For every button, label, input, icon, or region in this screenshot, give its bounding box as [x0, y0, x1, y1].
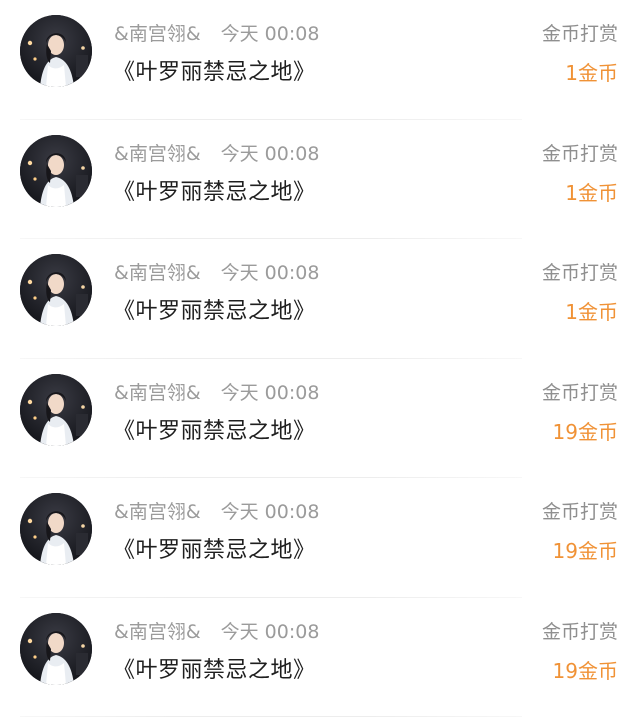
book-title[interactable]: 《叶罗丽禁忌之地》	[113, 57, 316, 89]
username[interactable]: &南宫翎&	[114, 501, 201, 523]
avatar[interactable]	[20, 15, 92, 87]
username[interactable]: &南宫翎&	[114, 143, 201, 165]
timestamp: 今天 00:08	[220, 262, 320, 284]
reward-row[interactable]: &南宫翎& 今天 00:08 《叶罗丽禁忌之地》 金币打赏 1金币	[0, 120, 640, 239]
username[interactable]: &南宫翎&	[114, 382, 201, 404]
book-title[interactable]: 《叶罗丽禁忌之地》	[113, 416, 316, 448]
avatar[interactable]	[20, 373, 92, 446]
reward-meta: &南宫翎& 今天 00:08	[114, 259, 319, 287]
avatar[interactable]	[20, 612, 92, 685]
reward-meta: &南宫翎& 今天 00:08	[114, 498, 319, 526]
timestamp: 今天 00:08	[220, 501, 320, 523]
reward-meta: &南宫翎& 今天 00:08	[114, 20, 319, 48]
avatar[interactable]	[20, 254, 92, 326]
book-title[interactable]: 《叶罗丽禁忌之地》	[113, 655, 316, 687]
reward-amount: 1金币	[565, 61, 618, 85]
reward-action-label: 金币打赏	[541, 381, 618, 404]
reward-row[interactable]: &南宫翎& 今天 00:08 《叶罗丽禁忌之地》 金币打赏 19金币	[0, 359, 640, 478]
reward-action-label: 金币打赏	[541, 23, 618, 45]
reward-meta: &南宫翎& 今天 00:08	[114, 618, 319, 646]
username[interactable]: &南宫翎&	[114, 23, 201, 45]
avatar[interactable]	[20, 493, 92, 565]
row-divider	[20, 716, 522, 717]
reward-action-label: 金币打赏	[541, 620, 618, 643]
reward-action-label: 金币打赏	[541, 501, 618, 523]
reward-row[interactable]: &南宫翎& 今天 00:08 《叶罗丽禁忌之地》 金币打赏 19金币	[0, 598, 640, 717]
avatar[interactable]	[20, 134, 92, 207]
book-title[interactable]: 《叶罗丽禁忌之地》	[113, 177, 316, 209]
reward-amount: 1金币	[565, 300, 618, 324]
timestamp: 今天 00:08	[220, 620, 320, 643]
book-title[interactable]: 《叶罗丽禁忌之地》	[113, 535, 316, 567]
username[interactable]: &南宫翎&	[114, 621, 201, 643]
reward-amount: 1金币	[565, 180, 618, 205]
book-title[interactable]: 《叶罗丽禁忌之地》	[113, 296, 316, 328]
timestamp: 今天 00:08	[220, 381, 320, 404]
reward-amount: 19金币	[552, 419, 618, 444]
reward-list: &南宫翎& 今天 00:08 《叶罗丽禁忌之地》 金币打赏 1金币 &南宫翎& 今天…	[0, 0, 640, 721]
reward-row[interactable]: &南宫翎& 今天 00:08 《叶罗丽禁忌之地》 金币打赏 19金币	[0, 478, 640, 598]
reward-amount: 19金币	[552, 658, 618, 683]
reward-meta: &南宫翎& 今天 00:08	[114, 140, 319, 168]
username[interactable]: &南宫翎&	[114, 262, 201, 284]
reward-row[interactable]: &南宫翎& 今天 00:08 《叶罗丽禁忌之地》 金币打赏 1金币	[0, 239, 640, 359]
timestamp: 今天 00:08	[220, 142, 320, 165]
reward-action-label: 金币打赏	[541, 262, 618, 284]
reward-action-label: 金币打赏	[541, 142, 618, 165]
reward-amount: 19金币	[552, 539, 618, 563]
reward-meta: &南宫翎& 今天 00:08	[114, 379, 319, 407]
timestamp: 今天 00:08	[220, 23, 320, 45]
reward-row[interactable]: &南宫翎& 今天 00:08 《叶罗丽禁忌之地》 金币打赏 1金币	[0, 0, 640, 120]
